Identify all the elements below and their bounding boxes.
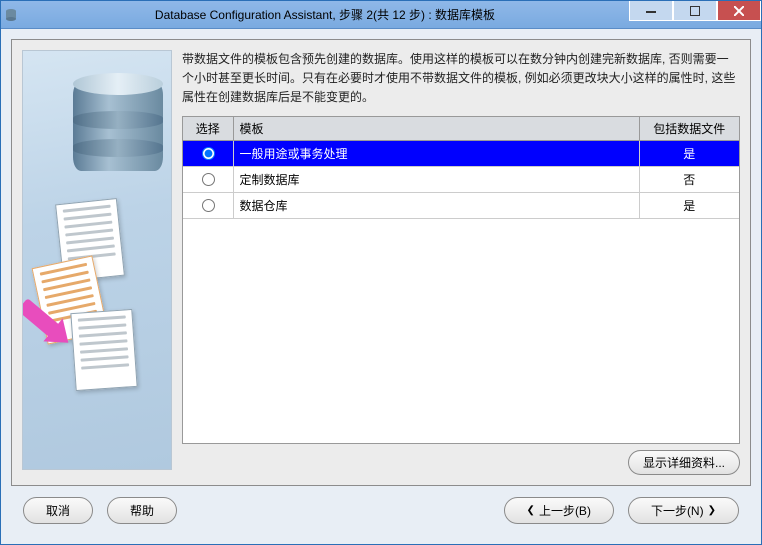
next-button[interactable]: 下一步(N) ❯ xyxy=(628,497,739,524)
app-window: Database Configuration Assistant, 步骤 2(共… xyxy=(0,0,762,545)
template-radio[interactable] xyxy=(202,199,215,212)
content-area: 带数据文件的模板包含预先创建的数据库。使用这样的模板可以在数分钟内创建完新数据库… xyxy=(182,50,740,475)
chevron-left-icon: ❮ xyxy=(527,505,535,516)
table-row[interactable]: 数据仓库是 xyxy=(183,192,739,218)
chevron-right-icon: ❯ xyxy=(708,505,716,516)
template-radio[interactable] xyxy=(202,173,215,186)
includes-files-cell: 是 xyxy=(639,192,739,218)
cancel-button[interactable]: 取消 xyxy=(23,497,93,524)
template-name-cell: 数据仓库 xyxy=(233,192,639,218)
col-header-template: 模板 xyxy=(233,117,639,141)
show-details-button[interactable]: 显示详细资料... xyxy=(628,450,740,475)
includes-files-cell: 是 xyxy=(639,140,739,166)
titlebar: Database Configuration Assistant, 步骤 2(共… xyxy=(1,1,761,29)
window-controls xyxy=(629,1,761,28)
wizard-side-image xyxy=(22,50,172,470)
description-text: 带数据文件的模板包含预先创建的数据库。使用这样的模板可以在数分钟内创建完新数据库… xyxy=(182,50,740,108)
window-title: Database Configuration Assistant, 步骤 2(共… xyxy=(21,6,629,23)
template-name-cell: 定制数据库 xyxy=(233,166,639,192)
back-button[interactable]: ❮ 上一步(B) xyxy=(504,497,614,524)
maximize-button[interactable] xyxy=(673,1,717,21)
back-button-label: 上一步(B) xyxy=(539,502,591,519)
col-header-files: 包括数据文件 xyxy=(639,117,739,141)
minimize-button[interactable] xyxy=(629,1,673,21)
next-button-label: 下一步(N) xyxy=(651,502,704,519)
includes-files-cell: 否 xyxy=(639,166,739,192)
help-button[interactable]: 帮助 xyxy=(107,497,177,524)
close-button[interactable] xyxy=(717,1,761,21)
client-area: 带数据文件的模板包含预先创建的数据库。使用这样的模板可以在数分钟内创建完新数据库… xyxy=(1,29,761,544)
template-name-cell: 一般用途或事务处理 xyxy=(233,140,639,166)
app-icon xyxy=(1,1,21,29)
template-radio[interactable] xyxy=(202,147,215,160)
main-panel: 带数据文件的模板包含预先创建的数据库。使用这样的模板可以在数分钟内创建完新数据库… xyxy=(11,39,751,486)
template-table: 选择 模板 包括数据文件 一般用途或事务处理是定制数据库否数据仓库是 xyxy=(182,116,740,444)
table-row[interactable]: 一般用途或事务处理是 xyxy=(183,140,739,166)
table-row[interactable]: 定制数据库否 xyxy=(183,166,739,192)
wizard-footer: 取消 帮助 ❮ 上一步(B) 下一步(N) ❯ xyxy=(11,486,751,534)
col-header-select: 选择 xyxy=(183,117,233,141)
